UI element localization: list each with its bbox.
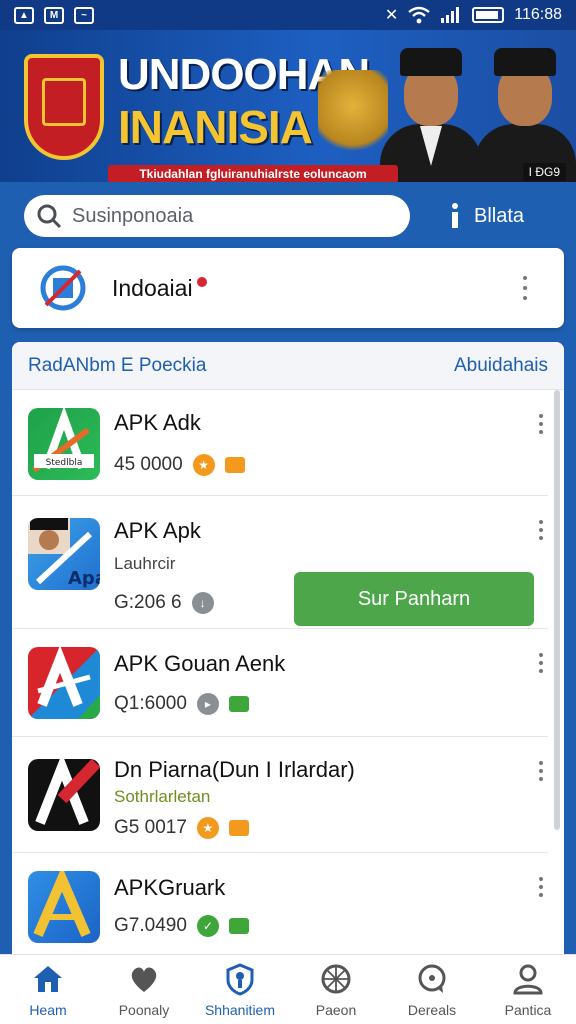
tag-icon [228, 918, 249, 934]
featured-app-icon [40, 265, 86, 311]
banner-strip: Tkiudahlan fgluiranuhialrste eoluncaom [108, 165, 398, 182]
more-options-icon[interactable] [522, 276, 528, 300]
clock: 116:88 [514, 6, 562, 23]
more-options-icon[interactable] [538, 414, 544, 434]
info-label: Bllata [474, 204, 525, 227]
notification-icon: ~ [74, 6, 94, 24]
app-list-panel: RadANbm E Poeckia Abuidahais Stedlbla AP… [12, 342, 564, 962]
app-icon: Apa [28, 518, 100, 590]
search-input[interactable] [72, 204, 392, 228]
featured-card[interactable]: Indoaiai [12, 248, 564, 328]
app-title: Dn Piarna(Dun I Irlardar) [114, 757, 355, 782]
nav-home[interactable]: Heam [0, 955, 96, 1024]
app-meta: Q1:6000 ▸ [114, 693, 249, 715]
signal-icon [441, 7, 460, 23]
more-options-icon[interactable] [538, 520, 544, 540]
wifi-icon [408, 6, 430, 24]
app-icon [28, 759, 100, 831]
info-icon [452, 203, 458, 228]
promo-banner[interactable]: UNDOOHAN INANISIA Tkiudahlan fgluiranuhi… [0, 30, 576, 182]
nav-shop[interactable]: Shhanitiem [192, 955, 288, 1024]
list-item[interactable]: Dn Piarna(Dun I Irlardar) Sothrlarletan … [12, 737, 548, 853]
list-item[interactable]: APK Gouan Aenk Q1:6000 ▸ [12, 629, 548, 737]
list-header: RadANbm E Poeckia Abuidahais [12, 342, 564, 390]
star-icon: ★ [196, 817, 219, 839]
status-bar: ▲ M ~ ✕ 116:88 [0, 0, 576, 30]
list-header-title: RadANbm E Poeckia [28, 354, 207, 376]
app-subtitle: Lauhrcir [114, 554, 176, 573]
folder-icon [228, 820, 249, 836]
user-icon [513, 964, 543, 994]
banner-title-line2: INANISIA [118, 101, 313, 153]
svg-text:Apa: Apa [68, 568, 100, 589]
app-title: APKGruark [114, 875, 226, 900]
app-icon: Stedlbla [28, 408, 100, 480]
install-button[interactable]: Sur Panharn [294, 572, 534, 626]
download-icon: ↓ [191, 592, 214, 614]
list-item[interactable]: Apa APK Apk Lauhrcir G:206 6 ↓ Sur Panha… [12, 496, 548, 629]
portrait-figure [470, 42, 576, 182]
more-options-icon[interactable] [538, 653, 544, 673]
app-title: APK Gouan Aenk [114, 651, 286, 676]
app-title: APK Adk [114, 410, 201, 435]
info-button[interactable]: Bllata [448, 202, 524, 230]
play-icon: ▸ [196, 693, 219, 715]
bottom-navigation: Heam Poonaly Shhanitiem Paeon Dereals Pa… [0, 954, 576, 1024]
app-icon [28, 871, 100, 943]
app-meta: G:206 6 ↓ [114, 592, 214, 614]
battery-icon [472, 7, 505, 23]
nav-popular[interactable]: Poonaly [96, 955, 192, 1024]
app-title: APK Apk [114, 518, 201, 543]
star-icon: ★ [192, 454, 215, 476]
chat-icon [418, 964, 446, 993]
list-item[interactable]: APKGruark G7.0490 ✓ [12, 853, 548, 962]
nav-details[interactable]: Dereals [384, 955, 480, 1024]
see-all-link[interactable]: Abuidahais [454, 355, 548, 377]
list-item[interactable]: Stedlbla APK Adk 45 0000 ★ [12, 390, 548, 496]
tag-icon [224, 457, 245, 473]
nav-profile[interactable]: Pantica [480, 955, 576, 1024]
search-row: Bllata [0, 182, 576, 250]
gallery-icon: ▲ [14, 6, 34, 24]
app-subtitle: Sothrlarletan [114, 787, 211, 806]
banner-tag: I ÐG9 [522, 163, 566, 181]
search-box[interactable] [24, 195, 410, 237]
verified-icon: ✓ [196, 915, 219, 937]
app-meta: 45 0000 ★ [114, 454, 245, 476]
ball-icon [321, 964, 351, 993]
heart-icon [131, 967, 157, 992]
app-icon [28, 647, 100, 719]
shield-user-icon [226, 962, 254, 996]
scrollbar[interactable] [554, 390, 560, 830]
search-icon [37, 204, 62, 229]
more-options-icon[interactable] [538, 877, 544, 897]
crest-logo [24, 54, 104, 160]
svg-text:Stedlbla: Stedlbla [46, 458, 83, 468]
tag-icon [228, 696, 249, 712]
mute-icon: ✕ [384, 7, 399, 24]
app-meta: G5 0017 ★ [114, 817, 249, 839]
message-icon: M [44, 6, 64, 24]
nav-games[interactable]: Paeon [288, 955, 384, 1024]
featured-title: Indoaiai [112, 275, 207, 302]
app-meta: G7.0490 ✓ [114, 915, 249, 937]
more-options-icon[interactable] [538, 761, 544, 781]
home-icon [34, 965, 62, 992]
